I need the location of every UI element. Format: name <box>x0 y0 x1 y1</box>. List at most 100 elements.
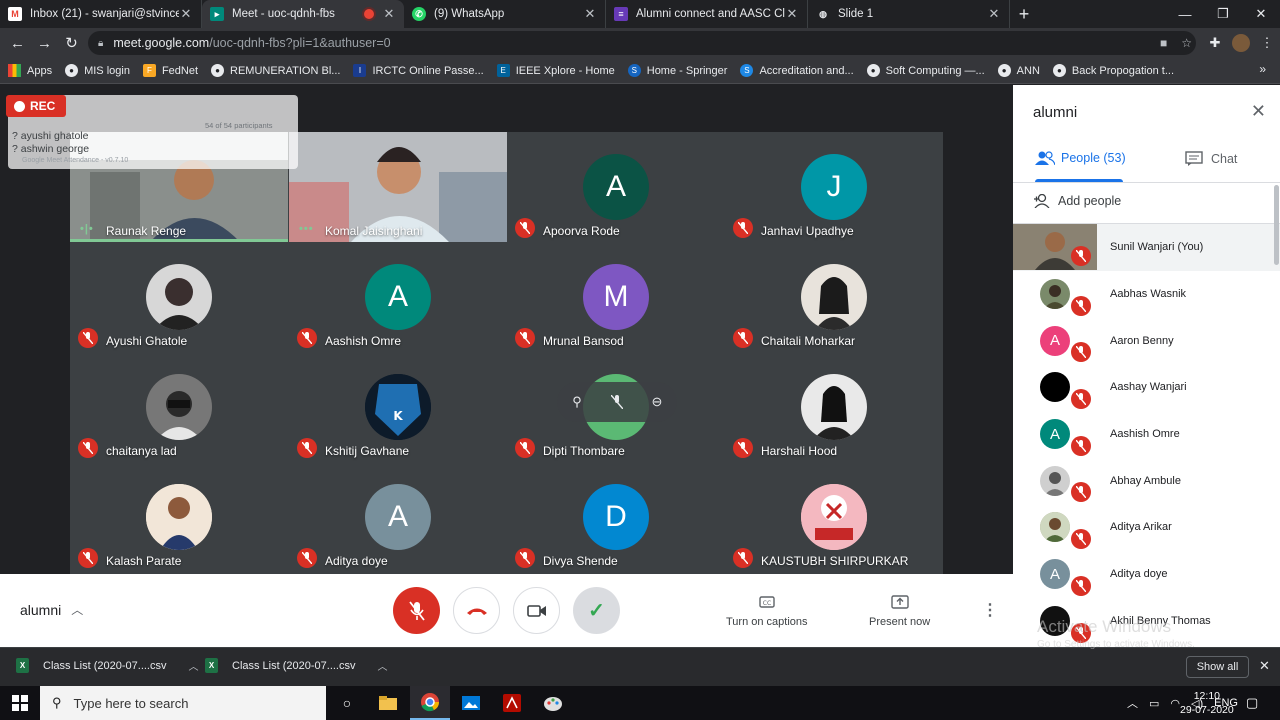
chevron-up-icon[interactable]: ︿ <box>1127 695 1138 711</box>
windows-taskbar: ⚲ Type here to search ○ ︿ ▭ ◠ ◁) ENG 12:… <box>0 686 1280 720</box>
profile-avatar[interactable] <box>1232 34 1250 52</box>
close-icon[interactable]: ✕ <box>179 6 193 22</box>
bookmark-apps[interactable]: Apps <box>8 64 52 77</box>
participant-tile[interactable]: Ayushi Ghatole <box>70 242 288 352</box>
mic-off-icon <box>297 328 317 348</box>
bookmark-remuneration[interactable]: ● REMUNERATION Bl... <box>211 64 340 77</box>
tab-gmail[interactable]: M Inbox (21) - swanjari@stvincentn ✕ <box>0 0 202 28</box>
address-bar[interactable]: 🔒︎ meet.google.com/uoc-qdnh-fbs?pli=1&au… <box>88 31 1196 55</box>
list-item[interactable]: A Aaron Benny <box>1013 317 1280 364</box>
mute-participant-icon[interactable] <box>603 388 631 416</box>
back-icon[interactable]: ← <box>4 28 31 58</box>
cortana-icon[interactable]: ○ <box>327 686 367 720</box>
participant-tile[interactable]: Harshali Hood <box>725 352 943 462</box>
download-item[interactable]: X Class List (2020-07....csv ︿ <box>16 658 199 673</box>
svg-text:CC: CC <box>763 600 771 607</box>
bookmark-accreditation[interactable]: S Accreditation and... <box>740 64 854 77</box>
reload-icon[interactable]: ↻ <box>58 28 85 58</box>
participant-tile[interactable]: J Janhavi Upadhye <box>725 132 943 242</box>
close-window-icon[interactable]: ✕ <box>1242 0 1280 28</box>
minimize-icon[interactable]: — <box>1166 0 1204 28</box>
participant-name: KAUSTUBH SHIRPURKAR <box>761 554 909 568</box>
paint-icon[interactable] <box>533 686 573 720</box>
wifi-icon[interactable]: ◠ <box>1170 697 1180 710</box>
tab-whatsapp[interactable]: ✆ (9) WhatsApp ✕ <box>404 0 606 28</box>
notifications-icon[interactable]: ▢ <box>1246 695 1258 711</box>
list-item[interactable]: Aditya Arikar <box>1013 504 1280 551</box>
close-icon[interactable]: ✕ <box>1259 658 1270 674</box>
chrome-icon[interactable] <box>410 686 450 720</box>
close-icon[interactable]: ✕ <box>583 6 597 22</box>
attendance-extension-button[interactable]: ✓ <box>573 587 620 634</box>
participant-tile[interactable]: A Aashish Omre <box>289 242 507 352</box>
list-item[interactable]: Aabhas Wasnik <box>1013 271 1280 318</box>
close-icon[interactable]: ✕ <box>1251 101 1266 122</box>
bookmark-ieee[interactable]: E IEEE Xplore - Home <box>496 64 615 77</box>
browser-menu-icon[interactable]: ⋮ <box>1254 35 1280 51</box>
tab-alumni-form[interactable]: ≡ Alumni connect and AASC Club ✕ <box>606 0 808 28</box>
windows-start-icon[interactable] <box>12 695 28 711</box>
add-people-button[interactable]: Add people <box>1033 194 1121 208</box>
bookmark-ann[interactable]: ● ANN <box>997 64 1040 77</box>
list-item[interactable]: Sunil Wanjari (You) <box>1013 224 1280 271</box>
list-item[interactable]: Aashay Wanjari <box>1013 364 1280 411</box>
participant-tile[interactable]: A Aditya doye <box>289 462 507 572</box>
close-icon[interactable]: ✕ <box>987 6 1001 22</box>
battery-icon[interactable]: ▭ <box>1149 697 1159 710</box>
more-bookmarks-icon[interactable]: » <box>1259 62 1266 76</box>
extensions-icon[interactable]: ✚ <box>1202 35 1228 51</box>
tab-slide[interactable]: ◍ Slide 1 ✕ <box>808 0 1010 28</box>
acrobat-icon[interactable] <box>492 686 532 720</box>
close-icon[interactable]: ✕ <box>785 6 799 22</box>
photos-icon[interactable] <box>451 686 491 720</box>
taskbar-search-input[interactable]: ⚲ Type here to search <box>40 686 326 720</box>
bookmark-springer[interactable]: S Home - Springer <box>627 64 727 77</box>
list-item[interactable]: A Aashish Omre <box>1013 411 1280 458</box>
close-icon[interactable]: ✕ <box>382 6 396 22</box>
new-tab-button[interactable]: + <box>1010 0 1038 28</box>
camera-toggle-button[interactable] <box>513 587 560 634</box>
bookmark-fednet[interactable]: F FedNet <box>142 64 198 77</box>
show-all-downloads-button[interactable]: Show all <box>1186 656 1249 678</box>
participant-name: Aashish Omre <box>325 334 402 348</box>
panel-scrollbar[interactable] <box>1274 185 1279 265</box>
participant-tile[interactable]: A Apoorva Rode <box>507 132 725 242</box>
maximize-icon[interactable]: ❐ <box>1204 0 1242 28</box>
clock[interactable]: 12:10 29-07-2020 <box>1180 689 1234 717</box>
participant-tile[interactable]: M Mrunal Bansod <box>507 242 725 352</box>
captions-button[interactable]: CC Turn on captions <box>726 592 808 628</box>
list-item[interactable]: Abhay Ambule <box>1013 457 1280 504</box>
participant-tile[interactable]: ⚲ ⊖ Dipti Thombare <box>507 352 725 462</box>
tab-people[interactable]: People (53) <box>1035 151 1126 165</box>
participant-tile[interactable]: Chaitali Moharkar <box>725 242 943 352</box>
meeting-details-button[interactable]: alumni ︿ <box>20 601 83 618</box>
participant-tile[interactable]: ••• Komal Jaisinghani <box>289 132 507 242</box>
download-item[interactable]: X Class List (2020-07....csv ︿ <box>205 658 388 673</box>
participant-tile[interactable]: chaitanya lad <box>70 352 288 462</box>
list-item[interactable]: A Aditya doye <box>1013 551 1280 598</box>
forward-icon[interactable]: → <box>31 28 58 58</box>
bookmark-irctc[interactable]: I IRCTC Online Passe... <box>353 64 484 77</box>
participant-tile[interactable]: KAUSTUBH SHIRPURKAR <box>725 462 943 572</box>
bookmark-mis-login[interactable]: ● MIS login <box>65 64 130 77</box>
chevron-up-icon[interactable]: ︿ <box>378 658 388 673</box>
tab-chat[interactable]: Chat <box>1185 151 1237 166</box>
microphone-toggle-button[interactable] <box>393 587 440 634</box>
participant-tile[interactable]: Kalash Parate <box>70 462 288 572</box>
leave-call-button[interactable] <box>453 587 500 634</box>
file-explorer-icon[interactable] <box>368 686 408 720</box>
more-options-icon[interactable]: ⋮ <box>982 600 998 620</box>
participant-avatar: A <box>365 484 431 550</box>
present-now-button[interactable]: Present now <box>869 592 930 628</box>
participant-tile[interactable]: K Kshitij Gavhane <box>289 352 507 462</box>
camera-icon[interactable]: ■ <box>1160 36 1167 50</box>
star-icon[interactable]: ☆ <box>1181 36 1192 50</box>
tab-meet[interactable]: ▸ Meet - uoc-qdnh-fbs ✕ <box>202 0 404 28</box>
bookmark-back-propogation[interactable]: ● Back Propogation t... <box>1052 64 1174 77</box>
bookmark-soft-computing[interactable]: ● Soft Computing —... <box>866 64 985 77</box>
mic-off-icon <box>1071 246 1091 266</box>
remove-participant-icon[interactable]: ⊖ <box>643 388 671 416</box>
pin-icon[interactable]: ⚲ <box>563 388 591 416</box>
chevron-up-icon[interactable]: ︿ <box>189 658 199 673</box>
participant-tile[interactable]: D Divya Shende <box>507 462 725 572</box>
